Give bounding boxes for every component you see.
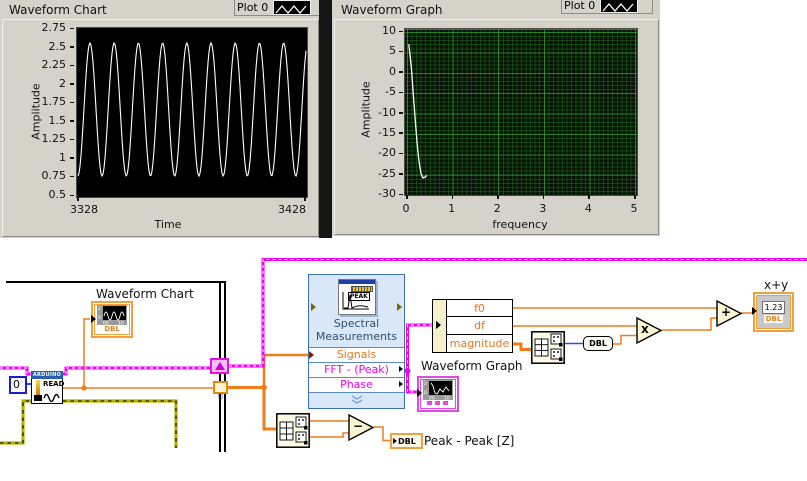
unbundle-input-arrow-icon — [436, 321, 441, 329]
xy-input-arrow-icon — [752, 307, 757, 315]
tunnel-triangle-icon — [214, 362, 225, 370]
multiply-symbol: x — [641, 322, 649, 336]
add-node[interactable]: + — [716, 299, 744, 332]
chart-terminal-icon: 2 0 00 10 — [97, 305, 127, 325]
graph-terminal-input-arrow-icon — [417, 389, 422, 397]
indicator-arrow-icon — [393, 438, 397, 444]
array-max-min-node-2[interactable] — [531, 331, 565, 364]
spectral-icon: PEAK — [338, 279, 376, 315]
array-max-min-node-1[interactable] — [276, 413, 310, 448]
xy-indicator-type: DBL — [763, 315, 784, 323]
chevron-down-icon — [351, 395, 362, 404]
spectral-row-fft-peak[interactable]: FFT - (Peak) — [309, 362, 404, 377]
express-left-arrow-icon — [311, 303, 316, 311]
spectral-measurements-node[interactable]: PEAK Spectral Measurements Signals FFT -… — [308, 274, 405, 409]
add-symbol: + — [721, 305, 732, 319]
gauge-icon — [36, 380, 40, 395]
fft-output-arrow-icon — [399, 366, 403, 372]
autoindex-brackets: [] — [218, 393, 223, 400]
chart-terminal-type: DBL — [104, 325, 120, 333]
error-wires — [0, 399, 178, 448]
loop-tunnel-autoindex[interactable]: [] — [213, 381, 228, 400]
unbundle-row-magnitude[interactable]: magnitude — [446, 335, 513, 353]
xy-indicator-value: 1.23 — [761, 301, 786, 314]
channel-constant[interactable]: 0 — [9, 376, 27, 394]
arduino-analog-read-node[interactable]: ARDUINO READ — [31, 371, 65, 404]
subtract-symbol: − — [353, 419, 364, 433]
unbundle-selector-bar[interactable] — [432, 299, 447, 353]
terminal-input-arrow-icon — [91, 315, 96, 323]
waveform-graph-terminal[interactable]: 2 0 00 10 — [417, 376, 459, 412]
labview-screenshot: Waveform Chart Plot 0 Time Amplitude 2.7… — [0, 0, 807, 481]
multiply-node[interactable]: x — [636, 316, 664, 349]
graph-terminal-icon: 2 0 00 10 — [423, 380, 453, 400]
loop-tunnel-magenta[interactable] — [210, 358, 229, 374]
signals-input-arrow-icon — [309, 351, 314, 359]
unbundle-rows: f0 df magnitude — [446, 299, 513, 353]
spectral-row-signals[interactable]: Signals — [309, 347, 404, 362]
unbundle-row-df[interactable]: df — [446, 317, 513, 335]
phase-output-arrow-icon — [399, 381, 403, 387]
chart-terminal-label: Waveform Chart — [96, 287, 194, 301]
peak-peak-indicator[interactable]: DBL — [390, 433, 423, 449]
spectral-title-1: Spectral — [333, 317, 380, 330]
express-right-arrow-icon — [397, 303, 402, 311]
svg-text:0: 0 — [424, 390, 427, 396]
sine-wave-icon — [43, 393, 60, 402]
read-label: READ — [43, 380, 65, 388]
svg-text:0: 0 — [98, 315, 101, 321]
xy-indicator-label: x+y — [764, 278, 789, 292]
svg-text:2: 2 — [98, 306, 101, 312]
peak-indicator-type: DBL — [398, 436, 416, 446]
svg-text:2: 2 — [424, 381, 427, 387]
gauge-base-icon — [34, 395, 42, 401]
subtract-node[interactable]: − — [348, 413, 376, 446]
waveform-chart-terminal[interactable]: 2 0 00 10 DBL — [91, 301, 133, 338]
spectral-title-2: Measurements — [315, 330, 398, 343]
graph-terminal-glyphs — [427, 401, 448, 405]
peak-curve-icon — [342, 292, 369, 310]
spectral-expand-chevron[interactable] — [309, 392, 404, 407]
peak-peak-label: Peak - Peak [Z] — [424, 434, 515, 448]
arduino-header: ARDUINO — [31, 371, 63, 379]
to-dbl-conversion-node[interactable]: DBL — [583, 336, 613, 351]
unbundle-row-f0[interactable]: f0 — [446, 299, 513, 317]
spectral-row-phase[interactable]: Phase — [309, 377, 404, 392]
xy-indicator[interactable]: 1.23 DBL — [752, 292, 794, 332]
graph-terminal-label: Waveform Graph — [421, 359, 523, 373]
